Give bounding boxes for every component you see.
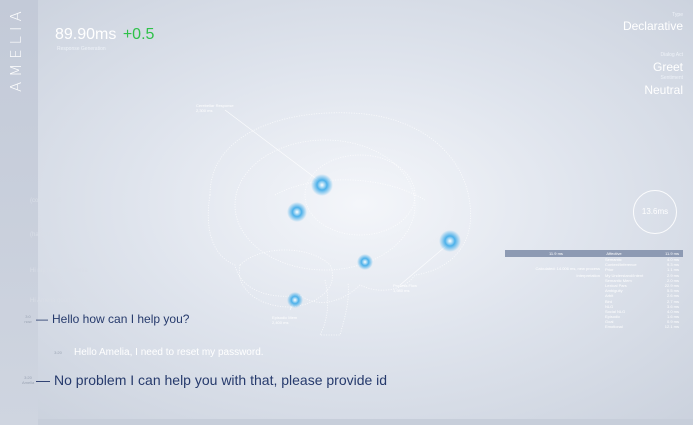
metrics-note: Calculated: 14.006 ms, new process bbox=[535, 266, 600, 271]
history-item: Hi Amelia good morning bbox=[30, 298, 94, 304]
brain-visualization bbox=[207, 109, 472, 336]
metrics-head-mid: Affective bbox=[606, 251, 622, 256]
latency-delta: +0.5 bbox=[122, 26, 155, 43]
brain-node bbox=[357, 254, 373, 270]
brain-label-cerebellar: Cerebellar Response 2,300 ms bbox=[196, 103, 234, 113]
metrics-notes: Calculated: 14.006 ms, new process Inter… bbox=[505, 266, 600, 280]
message-timestamp: 3:0 now bbox=[24, 314, 32, 324]
message-timestamp: 3:20 bbox=[54, 350, 62, 355]
brain-node bbox=[287, 292, 303, 308]
metrics-head-left: 11.9 ms bbox=[549, 251, 563, 256]
history-item: (connected) bbox=[30, 198, 62, 204]
history-item: Hi my name is Amelia bbox=[30, 268, 88, 274]
chat-message-amelia: 3:0 now — Hello how can I help you? bbox=[22, 312, 189, 326]
message-dash: — bbox=[36, 372, 50, 388]
latency-value: 89.90ms bbox=[55, 26, 117, 43]
type-label: Type bbox=[672, 12, 683, 18]
metrics-head-right: 11.9 ms bbox=[665, 251, 679, 256]
sidebar: AMELIA bbox=[0, 0, 38, 425]
metrics-table: 11.9 ms Affective 11.9 ms Semantic 4.0 ms… bbox=[505, 250, 683, 330]
brainstem-outline bbox=[319, 279, 349, 336]
brain-label-process: Process Flow 1,980 ms bbox=[393, 283, 418, 293]
message-text: No problem I can help you with that, ple… bbox=[54, 372, 388, 388]
message-text: Hello Amelia, I need to reset my passwor… bbox=[74, 347, 264, 358]
chat-message-amelia-current: 3:20 Amelia — No problem I can help you … bbox=[22, 372, 387, 388]
latency-caption: Response Generation bbox=[57, 46, 106, 52]
message-dash: — bbox=[36, 312, 48, 326]
message-timestamp: 3:20 Amelia bbox=[22, 375, 35, 385]
message-text: Hello how can I help you? bbox=[52, 312, 190, 326]
intent-value: Greet bbox=[652, 60, 683, 74]
brain-node bbox=[287, 202, 307, 222]
corpus-callosum bbox=[274, 179, 426, 201]
metrics-value: 12.1 ms bbox=[664, 324, 679, 330]
inner-ring-a bbox=[234, 139, 416, 271]
amelia-logo: AMELIA bbox=[7, 6, 25, 92]
metrics-table-header: 11.9 ms Affective 11.9 ms bbox=[505, 250, 683, 257]
sentiment-label: Sentiment bbox=[660, 75, 683, 81]
chat-message-user: 3:20 Hello Amelia, I need to reset my pa… bbox=[52, 347, 264, 358]
latency-readout: 89.90ms +0.5 bbox=[55, 26, 154, 44]
metrics-note: Interpretation bbox=[576, 273, 600, 278]
history-item: (handoff) bbox=[30, 232, 54, 238]
timer-ring: 13.6ms bbox=[633, 190, 677, 234]
cerebellum-outline bbox=[238, 249, 333, 308]
sentiment-value: Neutral bbox=[644, 83, 683, 97]
brain-node bbox=[439, 230, 461, 252]
metrics-key: Emotional bbox=[605, 324, 623, 330]
brain-outline bbox=[207, 112, 472, 303]
type-value: Declarative bbox=[622, 19, 683, 33]
brain-node bbox=[311, 174, 333, 196]
timer-value: 13.6ms bbox=[641, 207, 669, 216]
metrics-row: Emotional 12.1 ms bbox=[505, 324, 683, 329]
intent-label: Dialog Act bbox=[660, 52, 683, 58]
brain-label-episodic: Episodic Mem 2,400 ms bbox=[272, 315, 298, 325]
bottom-bar bbox=[38, 419, 693, 425]
